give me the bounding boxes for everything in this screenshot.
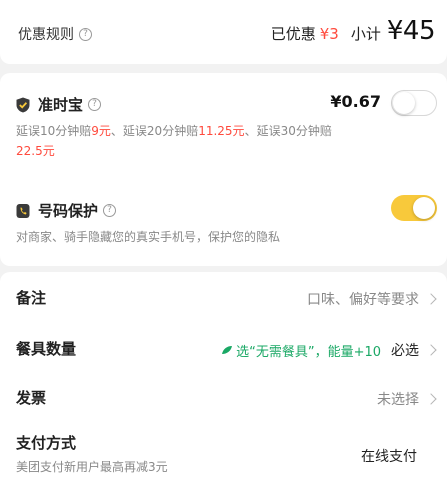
on-time-desc: 延误10分钟赔9元、延误20分钟赔11.25元、延误30分钟赔 22.5元 (16, 121, 356, 161)
desc-text: 延误10分钟赔 (16, 124, 92, 138)
tableware-label: 餐具数量 (16, 340, 77, 358)
leaf-icon (222, 346, 233, 354)
discount-rules[interactable]: 优惠规则 ? (18, 24, 92, 44)
desc-amount: 9元 (91, 124, 111, 138)
tableware-promo: 选“无需餐具”，能量+10 (236, 344, 381, 360)
question-circle-icon[interactable]: ? (79, 27, 92, 41)
desc-amount: 11.25元 (198, 124, 245, 138)
number-protection-title-row: 号码保护 ? (16, 200, 117, 221)
question-circle-icon[interactable]: ? (103, 204, 117, 217)
invoice-selector[interactable]: 未选择 (377, 389, 437, 409)
subtotal-value: ¥45 (386, 16, 436, 46)
payment-label: 支付方式 (16, 434, 77, 452)
summary-card: 优惠规则 ? 已优惠 ¥3 小计 ¥45 (0, 0, 447, 64)
question-circle-icon[interactable]: ? (88, 98, 102, 111)
number-protection-title: 号码保护 (38, 202, 99, 220)
chevron-right-icon (425, 393, 437, 405)
toggle-knob (413, 197, 435, 219)
number-protection-desc: 对商家、骑手隐藏您的真实手机号，保护您的隐私 (16, 230, 281, 244)
desc-text: 、延误30分钟赔 (244, 124, 332, 138)
payment-sub: 美团支付新用户最高再减3元 (16, 460, 168, 474)
phone-icon (16, 203, 30, 218)
tableware-selector[interactable]: 选“无需餐具”，能量+10 必选 (221, 340, 437, 360)
subtotal-summary: 已优惠 ¥3 小计 ¥45 (270, 16, 436, 46)
payment-method[interactable]: 在线支付 (361, 446, 417, 466)
chevron-right-icon (425, 293, 437, 305)
remarks-field[interactable]: 口味、偏好等要求 (307, 289, 437, 309)
desc-amount: 22.5元 (16, 144, 55, 158)
desc-text: 、延误20分钟赔 (110, 124, 199, 138)
toggle-knob (393, 91, 415, 114)
remarks-label: 备注 (16, 289, 47, 307)
discount-rules-label: 优惠规则 (18, 27, 74, 43)
on-time-toggle[interactable] (391, 90, 437, 116)
discount-label: 已优惠 (270, 25, 316, 43)
on-time-title-row: 准时宝 ? (16, 94, 102, 115)
invoice-value: 未选择 (377, 392, 419, 408)
chevron-right-icon (425, 344, 437, 356)
invoice-label: 发票 (16, 389, 47, 407)
on-time-title: 准时宝 (38, 96, 84, 114)
remarks-placeholder: 口味、偏好等要求 (307, 292, 419, 308)
discount-value: ¥3 (319, 25, 339, 43)
subtotal-label: 小计 (350, 25, 381, 43)
shield-check-icon (16, 97, 30, 112)
number-protection-toggle[interactable] (391, 195, 437, 221)
on-time-price: ¥0.67 (330, 92, 381, 111)
tableware-required: 必选 (391, 343, 419, 359)
